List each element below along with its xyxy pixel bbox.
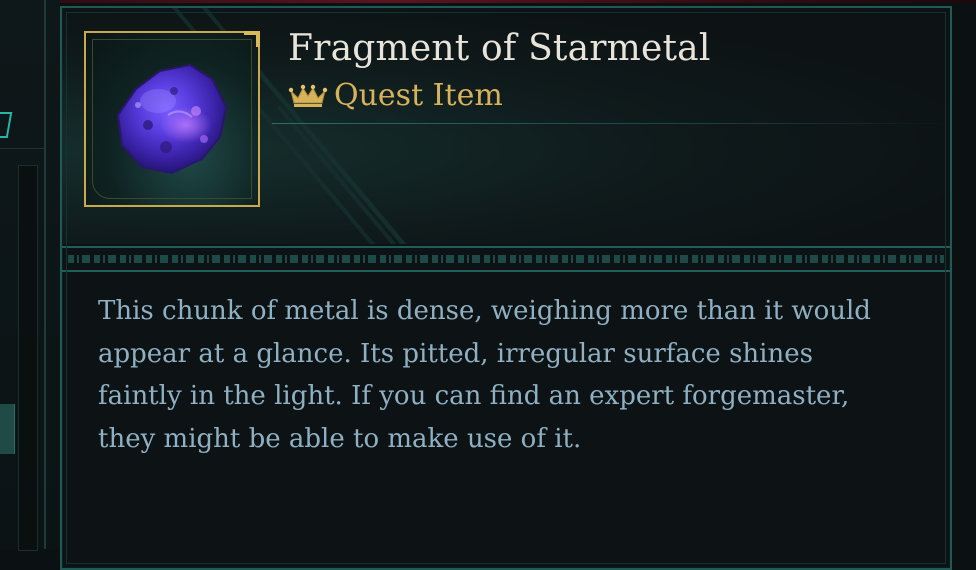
- left-panel-selected-tab[interactable]: [0, 404, 15, 454]
- starmetal-fragment-icon: [116, 63, 228, 175]
- left-inventory-panel: [0, 0, 60, 551]
- left-panel-edge: [44, 0, 46, 549]
- crown-icon: [288, 84, 328, 107]
- left-panel-scrollbar[interactable]: [18, 165, 38, 551]
- left-panel-divider: [0, 148, 44, 149]
- section-divider: [62, 246, 950, 272]
- divider-dots: [68, 255, 944, 263]
- item-icon-frame[interactable]: [84, 31, 260, 207]
- tooltip-header: Fragment of Starmetal Quest Item: [62, 8, 950, 244]
- item-tooltip: Fragment of Starmetal Quest Item This ch…: [60, 6, 952, 570]
- divider-line: [62, 270, 950, 272]
- top-accent-bar: [0, 0, 976, 3]
- left-panel-glyph-icon: [0, 112, 13, 138]
- header-deco-stripe: [237, 45, 485, 244]
- header-rule: [272, 123, 950, 124]
- divider-line: [62, 246, 950, 248]
- icon-frame-corner: [244, 31, 260, 47]
- item-name: Fragment of Starmetal: [288, 28, 711, 69]
- item-rarity: Quest Item: [288, 78, 503, 113]
- rarity-label: Quest Item: [334, 78, 503, 113]
- item-description: This chunk of metal is dense, weighing m…: [98, 296, 871, 454]
